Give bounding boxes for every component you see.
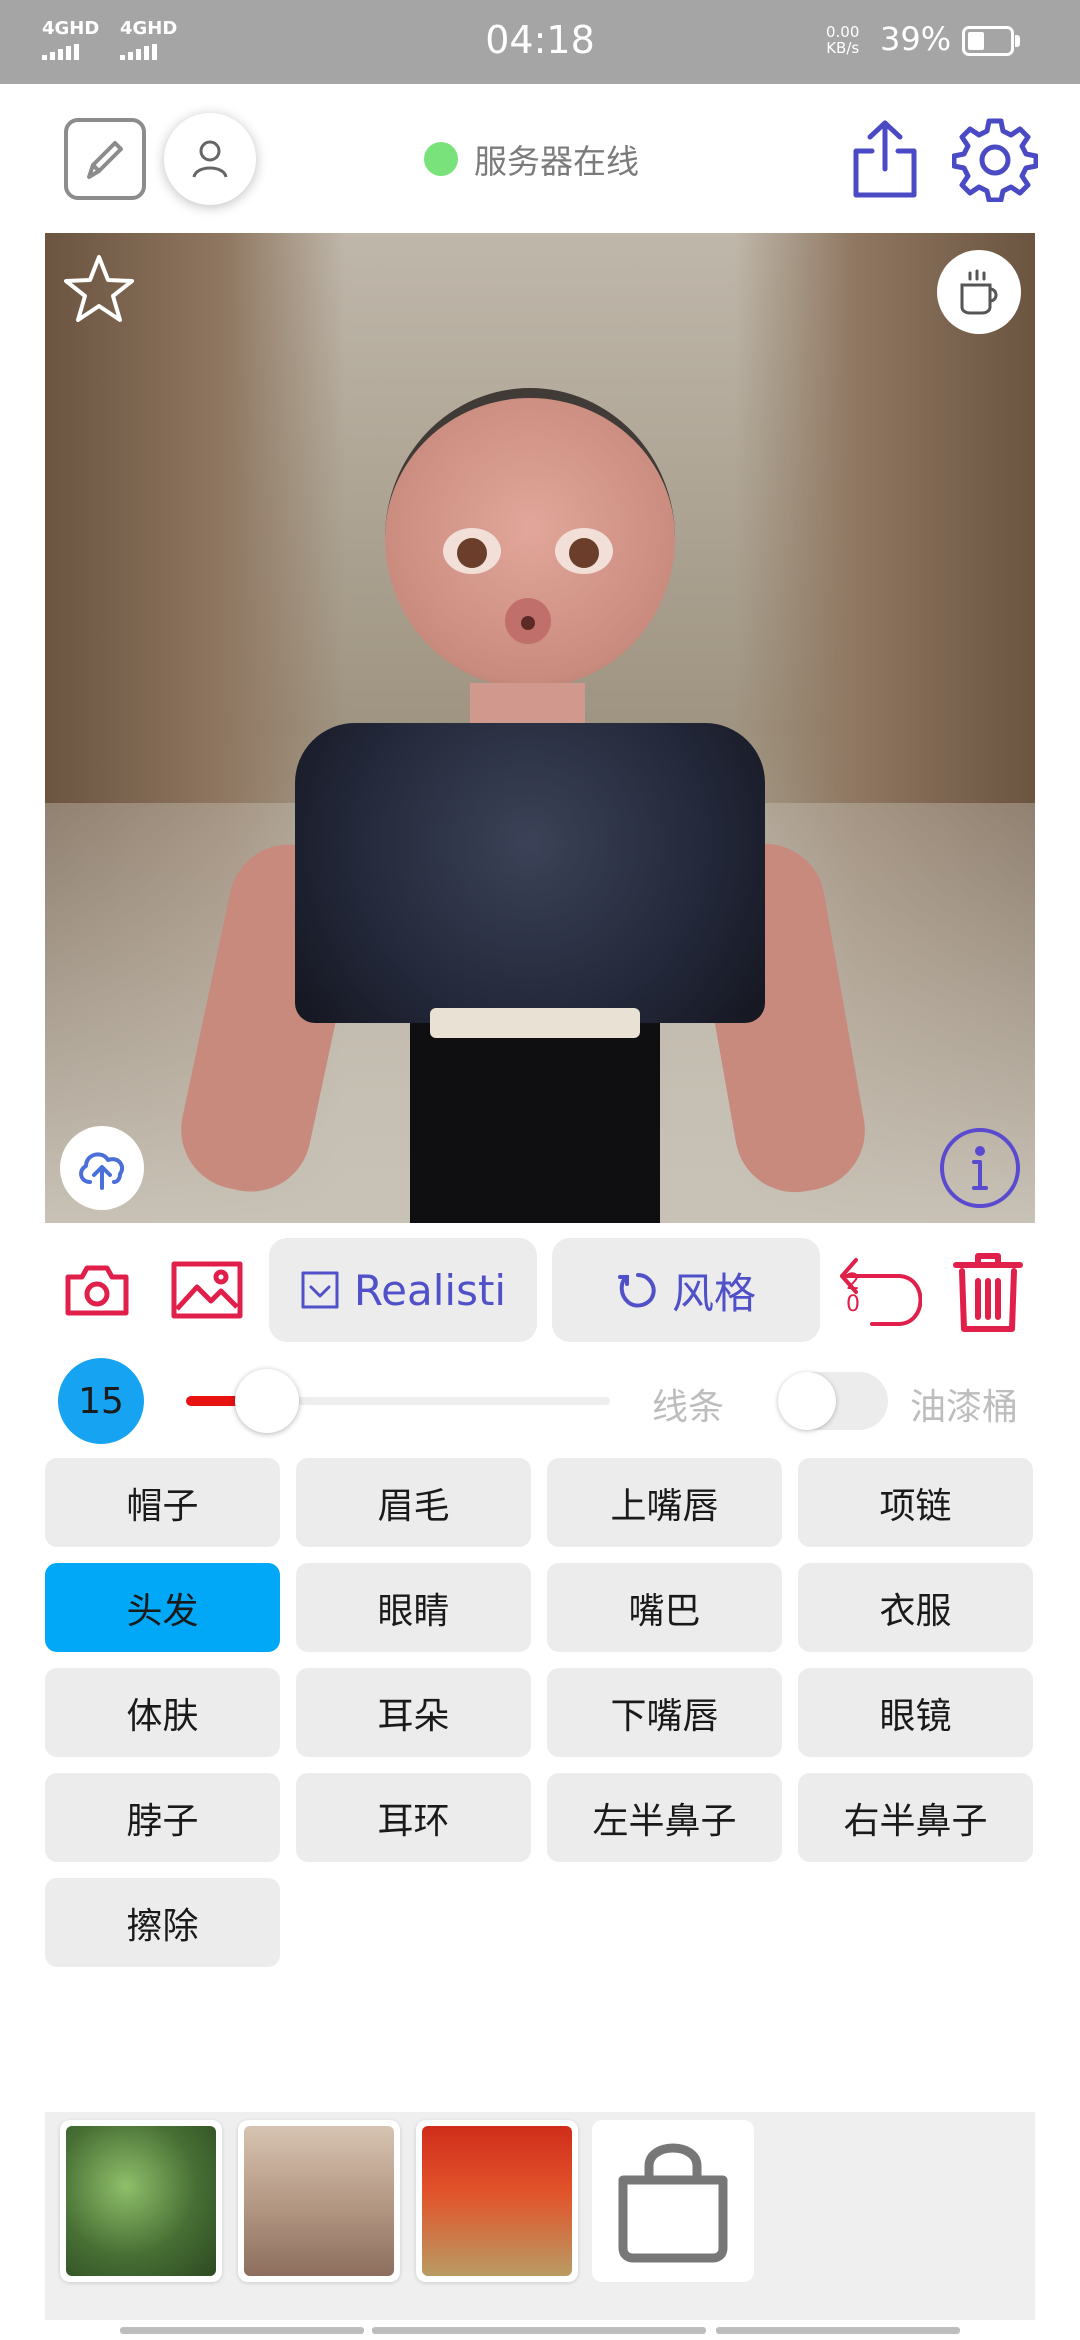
undo-count-bottom: 0	[846, 1292, 860, 1317]
style-thumbnail-2[interactable]	[238, 2120, 400, 2282]
profile-icon	[192, 140, 228, 178]
cloud-upload-icon	[79, 1152, 125, 1190]
figure-belt	[430, 1008, 640, 1038]
image-icon	[171, 1261, 243, 1319]
figure-eye-right	[555, 528, 613, 574]
category-button[interactable]: 下嘴唇	[547, 1668, 782, 1757]
tray-scrollbar-segment	[120, 2327, 364, 2334]
camera-button[interactable]	[60, 1258, 134, 1322]
shop-button[interactable]	[592, 2120, 754, 2282]
battery-icon	[962, 26, 1014, 56]
checkbox-icon	[300, 1270, 340, 1310]
trash-icon	[953, 1253, 1023, 1332]
line-mode-label: 线条	[652, 1387, 725, 1428]
share-button[interactable]	[846, 114, 924, 204]
category-button[interactable]: 上嘴唇	[547, 1458, 782, 1547]
style-button[interactable]: 风格	[552, 1238, 820, 1342]
network-speed-value: 0.00	[826, 23, 860, 41]
category-button[interactable]: 项链	[798, 1458, 1033, 1547]
category-button[interactable]: 耳环	[296, 1773, 531, 1862]
shopping-bag-icon	[618, 2143, 728, 2263]
category-button[interactable]: 嘴巴	[547, 1563, 782, 1652]
category-button[interactable]: 擦除	[45, 1878, 280, 1967]
edit-button[interactable]	[64, 118, 146, 200]
segment-category-grid: 帽子 眉毛 上嘴唇 项链头发 眼睛 嘴巴 衣服体肤 耳朵 下嘴唇 眼镜脖子 耳环 左半鼻子 右半鼻子擦除	[45, 1458, 1035, 1967]
category-button[interactable]: 脖子	[45, 1773, 280, 1862]
style-thumbnail-1[interactable]	[60, 2120, 222, 2282]
paint-bucket-toggle[interactable]	[778, 1372, 888, 1430]
figure-pants	[410, 1023, 660, 1223]
figure-eye-left	[443, 528, 501, 574]
settings-button[interactable]	[948, 112, 1042, 206]
donate-button[interactable]	[937, 250, 1021, 334]
share-icon	[853, 120, 917, 198]
thumbnail-image	[422, 2126, 572, 2276]
model-select[interactable]: Realisti	[269, 1238, 537, 1342]
editing-canvas[interactable]	[45, 233, 1035, 1223]
category-button[interactable]: 头发	[45, 1563, 280, 1652]
server-status-label: 服务器在线	[474, 142, 639, 181]
category-button[interactable]: 眉毛	[296, 1458, 531, 1547]
profile-button[interactable]	[164, 113, 256, 205]
category-button[interactable]: 眼镜	[798, 1668, 1033, 1757]
category-button[interactable]: 衣服	[798, 1563, 1033, 1652]
paint-bucket-label: 油漆桶	[910, 1387, 1019, 1428]
battery-tip	[1015, 35, 1020, 47]
category-button[interactable]: 左半鼻子	[547, 1773, 782, 1862]
upload-button[interactable]	[60, 1126, 144, 1210]
network-speed: 0.00 KB/s	[826, 24, 859, 56]
thumbnail-image	[66, 2126, 216, 2276]
server-status: 服务器在线	[424, 138, 639, 181]
favorite-button[interactable]	[62, 253, 136, 329]
gallery-button[interactable]	[170, 1258, 244, 1322]
refresh-icon	[616, 1269, 658, 1311]
camera-icon	[65, 1265, 129, 1316]
star-icon	[64, 255, 134, 322]
slider-thumb[interactable]	[235, 1369, 299, 1433]
network-speed-unit: KB/s	[826, 39, 860, 57]
category-button[interactable]: 眼睛	[296, 1563, 531, 1652]
category-button[interactable]: 帽子	[45, 1458, 280, 1547]
battery-percent: 39%	[880, 20, 952, 58]
style-label: 风格	[671, 1268, 756, 1318]
figure-head	[385, 388, 675, 688]
edit-icon	[87, 141, 123, 179]
coffee-cup-icon	[960, 269, 998, 315]
delete-button[interactable]	[950, 1250, 1026, 1334]
style-thumbnail-3[interactable]	[416, 2120, 578, 2282]
figure-shirt	[295, 723, 765, 1023]
model-label: Realisti	[353, 1265, 507, 1315]
toggle-knob	[778, 1372, 836, 1430]
status-bar: 4GHD 4GHD 04:18 0.00 KB/s 39%	[0, 0, 1080, 84]
info-button[interactable]	[938, 1126, 1022, 1210]
tray-scrollbar-segment	[716, 2327, 960, 2334]
thumbnail-image	[244, 2126, 394, 2276]
category-button[interactable]: 右半鼻子	[798, 1773, 1033, 1862]
tray-scrollbar-segment	[372, 2327, 706, 2334]
status-dot-icon	[424, 142, 458, 176]
figure-nose	[505, 598, 551, 644]
brush-size-slider[interactable]	[186, 1369, 610, 1433]
gear-icon	[952, 118, 1038, 202]
category-button[interactable]: 耳朵	[296, 1668, 531, 1757]
brush-size-badge: 15	[58, 1358, 144, 1444]
undo-count: 2 0	[846, 1272, 860, 1316]
info-icon	[940, 1128, 1020, 1208]
undo-count-top: 2	[846, 1270, 860, 1295]
category-button[interactable]: 体肤	[45, 1668, 280, 1757]
